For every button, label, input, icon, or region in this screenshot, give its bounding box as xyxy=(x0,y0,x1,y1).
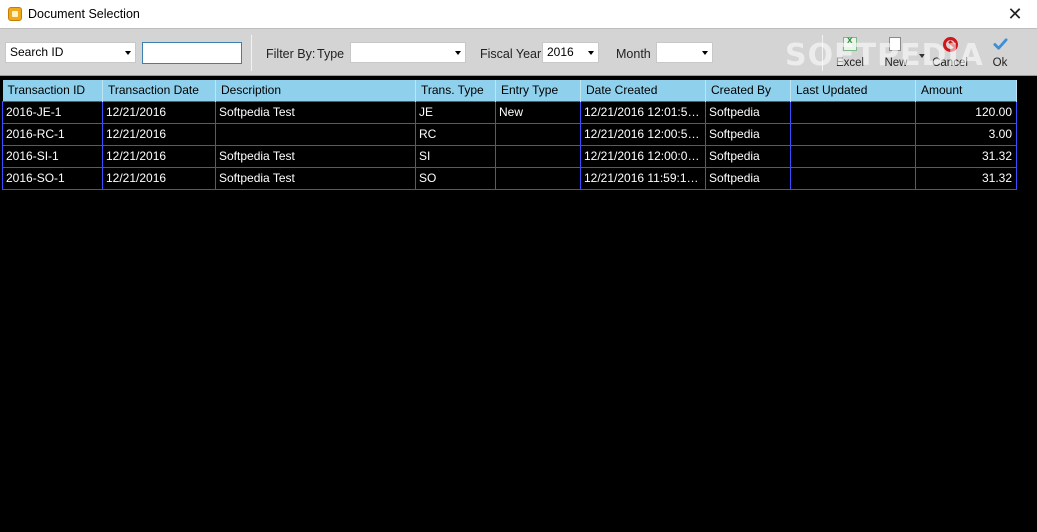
table-cell[interactable]: Softpedia Test xyxy=(215,100,416,124)
table-cell[interactable] xyxy=(495,122,581,146)
table-row[interactable]: 2016-JE-1 12/21/2016 Softpedia Test JE N… xyxy=(2,100,1017,124)
table-cell[interactable]: 12/21/2016 12:00:54 ... xyxy=(580,122,706,146)
window-title: Document Selection xyxy=(28,7,140,21)
column-header[interactable]: Last Updated xyxy=(790,80,916,101)
table-cell[interactable]: 31.32 xyxy=(915,144,1017,168)
table-cell[interactable]: SO xyxy=(415,166,496,190)
toolbar-separator xyxy=(822,35,823,71)
fiscal-year-select[interactable]: 2016 xyxy=(542,42,599,63)
new-document-icon xyxy=(889,37,901,51)
filter-by-label: Filter By: xyxy=(266,47,316,61)
table-row[interactable]: 2016-SO-1 12/21/2016 Softpedia Test SO 1… xyxy=(2,166,1017,190)
checkmark-icon xyxy=(993,38,1008,50)
search-input[interactable] xyxy=(142,42,242,64)
table-row[interactable]: 2016-SI-1 12/21/2016 Softpedia Test SI 1… xyxy=(2,144,1017,168)
table-cell[interactable]: Softpedia xyxy=(705,166,791,190)
table-cell[interactable]: 120.00 xyxy=(915,100,1017,124)
column-header[interactable]: Amount xyxy=(915,80,1017,101)
table-row[interactable]: 2016-RC-1 12/21/2016 RC 12/21/2016 12:00… xyxy=(2,122,1017,146)
excel-button-label: Excel xyxy=(835,57,865,69)
column-header[interactable]: Description xyxy=(215,80,416,101)
column-header[interactable]: Entry Type xyxy=(495,80,581,101)
column-header[interactable]: Transaction Date xyxy=(102,80,216,101)
table-cell[interactable] xyxy=(790,166,916,190)
table-cell[interactable] xyxy=(495,144,581,168)
table-cell[interactable]: 31.32 xyxy=(915,166,1017,190)
cancel-icon xyxy=(943,37,958,52)
table-cell[interactable]: JE xyxy=(415,100,496,124)
transactions-table: Transaction ID Transaction Date Descript… xyxy=(2,80,1017,190)
table-cell[interactable]: Softpedia xyxy=(705,122,791,146)
chevron-down-icon xyxy=(125,51,131,55)
column-header[interactable]: Created By xyxy=(705,80,791,101)
table-cell[interactable]: 12/21/2016 xyxy=(102,144,216,168)
table-header-row: Transaction ID Transaction Date Descript… xyxy=(2,80,1017,101)
table-cell[interactable]: 12/21/2016 xyxy=(102,100,216,124)
type-select[interactable] xyxy=(350,42,466,63)
search-field-select-value: Search ID xyxy=(10,45,64,59)
ok-button[interactable]: Ok xyxy=(985,35,1015,71)
search-field-select[interactable]: Search ID xyxy=(5,42,136,63)
table-cell[interactable] xyxy=(495,166,581,190)
ok-button-label: Ok xyxy=(992,57,1008,69)
cancel-button[interactable]: Cancel xyxy=(930,35,970,71)
table-cell[interactable]: New xyxy=(495,100,581,124)
table-cell[interactable]: Softpedia Test xyxy=(215,166,416,190)
chevron-down-icon[interactable] xyxy=(919,54,925,58)
column-header[interactable]: Transaction ID xyxy=(2,80,103,101)
cancel-button-label: Cancel xyxy=(932,57,968,69)
table-cell[interactable]: SI xyxy=(415,144,496,168)
title-bar: Document Selection ✕ xyxy=(0,0,1037,28)
fiscal-year-label: Fiscal Year xyxy=(480,47,542,61)
chevron-down-icon xyxy=(588,51,594,55)
table-cell[interactable]: 3.00 xyxy=(915,122,1017,146)
excel-button[interactable]: Excel xyxy=(833,35,867,71)
table-cell[interactable]: 2016-RC-1 xyxy=(2,122,103,146)
table-cell[interactable]: 12/21/2016 xyxy=(102,122,216,146)
table-cell[interactable]: 12/21/2016 11:59:16 ... xyxy=(580,166,706,190)
chevron-down-icon xyxy=(455,51,461,55)
table-cell[interactable]: Softpedia xyxy=(705,144,791,168)
chevron-down-icon xyxy=(702,51,708,55)
close-button[interactable]: ✕ xyxy=(1005,4,1025,24)
table-cell[interactable]: 2016-SI-1 xyxy=(2,144,103,168)
table-cell[interactable]: 12/21/2016 12:00:07 ... xyxy=(580,144,706,168)
month-label: Month xyxy=(616,47,651,61)
table-cell[interactable]: Softpedia Test xyxy=(215,144,416,168)
app-icon xyxy=(8,7,22,21)
column-header[interactable]: Date Created xyxy=(580,80,706,101)
new-button[interactable]: New xyxy=(879,35,925,71)
table-cell[interactable]: Softpedia xyxy=(705,100,791,124)
toolbar-separator xyxy=(251,35,252,71)
toolbar: Search ID Filter By: Type Fiscal Year 20… xyxy=(0,28,1037,76)
column-header[interactable]: Trans. Type xyxy=(415,80,496,101)
month-select[interactable] xyxy=(656,42,713,63)
new-button-label: New xyxy=(884,57,908,69)
table-cell[interactable] xyxy=(215,122,416,146)
table-cell[interactable]: 12/21/2016 xyxy=(102,166,216,190)
table-cell[interactable]: 2016-SO-1 xyxy=(2,166,103,190)
excel-icon xyxy=(843,35,857,51)
table-cell[interactable]: 2016-JE-1 xyxy=(2,100,103,124)
fiscal-year-select-value: 2016 xyxy=(547,45,574,59)
table-cell[interactable] xyxy=(790,144,916,168)
table-cell[interactable]: 12/21/2016 12:01:58 ... xyxy=(580,100,706,124)
table-cell[interactable] xyxy=(790,100,916,124)
table-cell[interactable]: RC xyxy=(415,122,496,146)
type-label: Type xyxy=(317,47,345,61)
table-cell[interactable] xyxy=(790,122,916,146)
